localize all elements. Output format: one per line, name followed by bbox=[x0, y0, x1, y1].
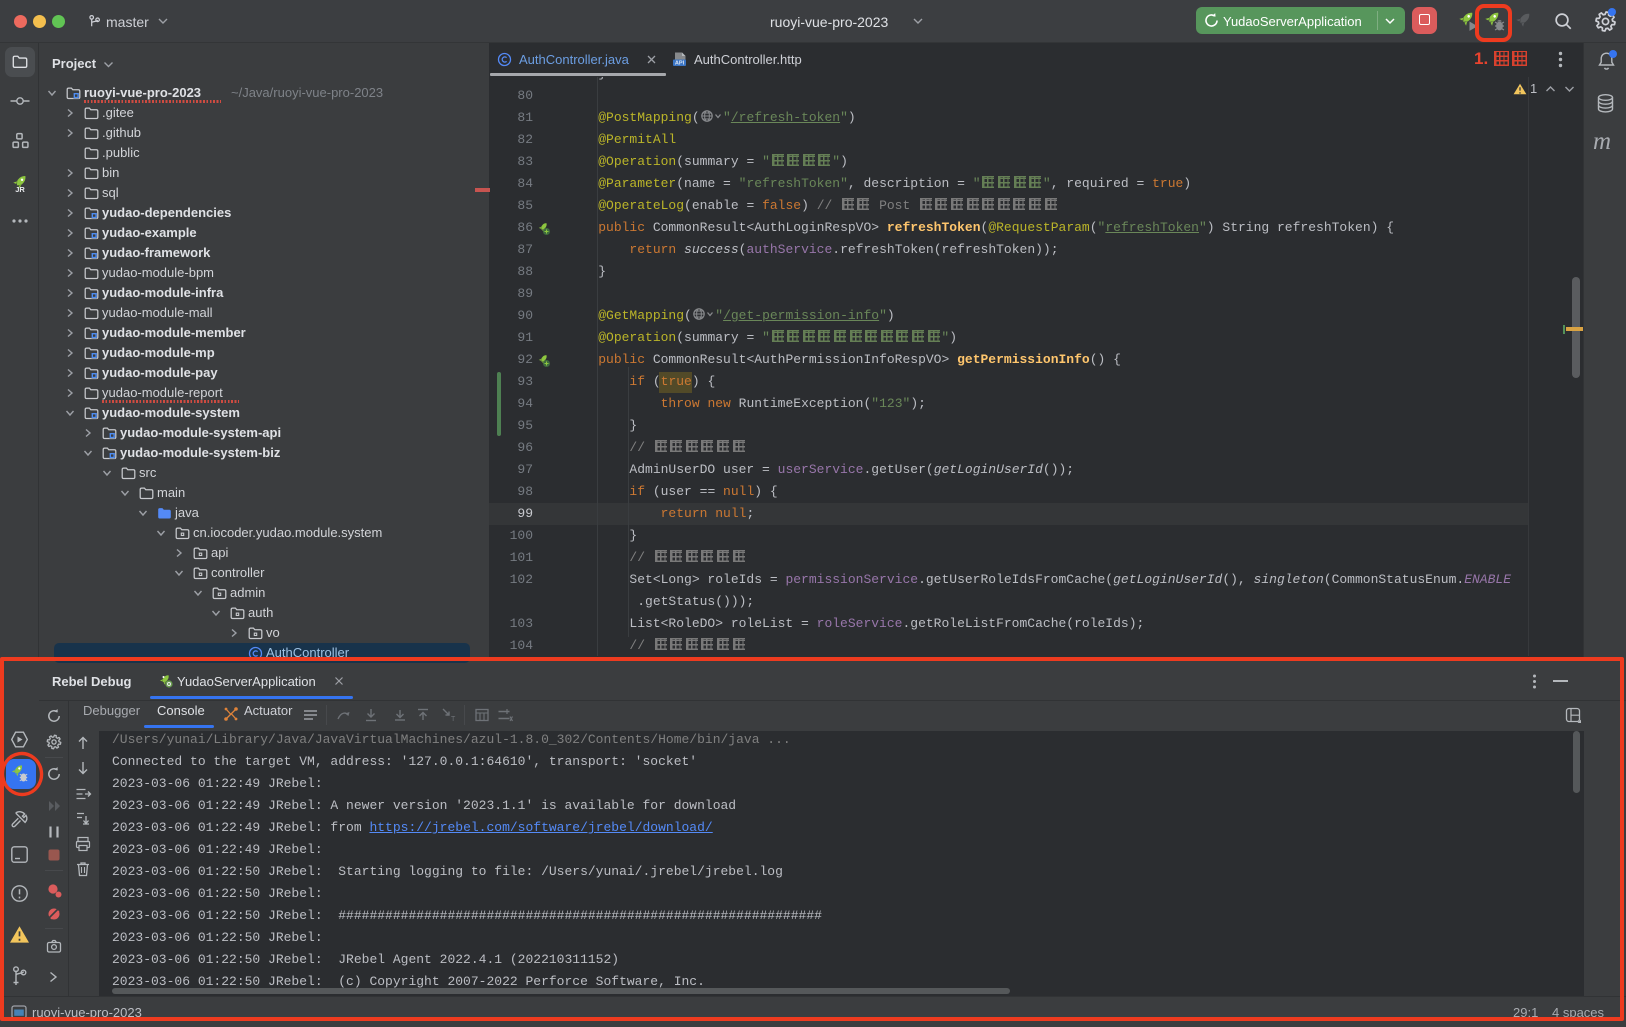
svg-text:JR: JR bbox=[15, 185, 25, 194]
svg-text:API: API bbox=[675, 61, 685, 67]
